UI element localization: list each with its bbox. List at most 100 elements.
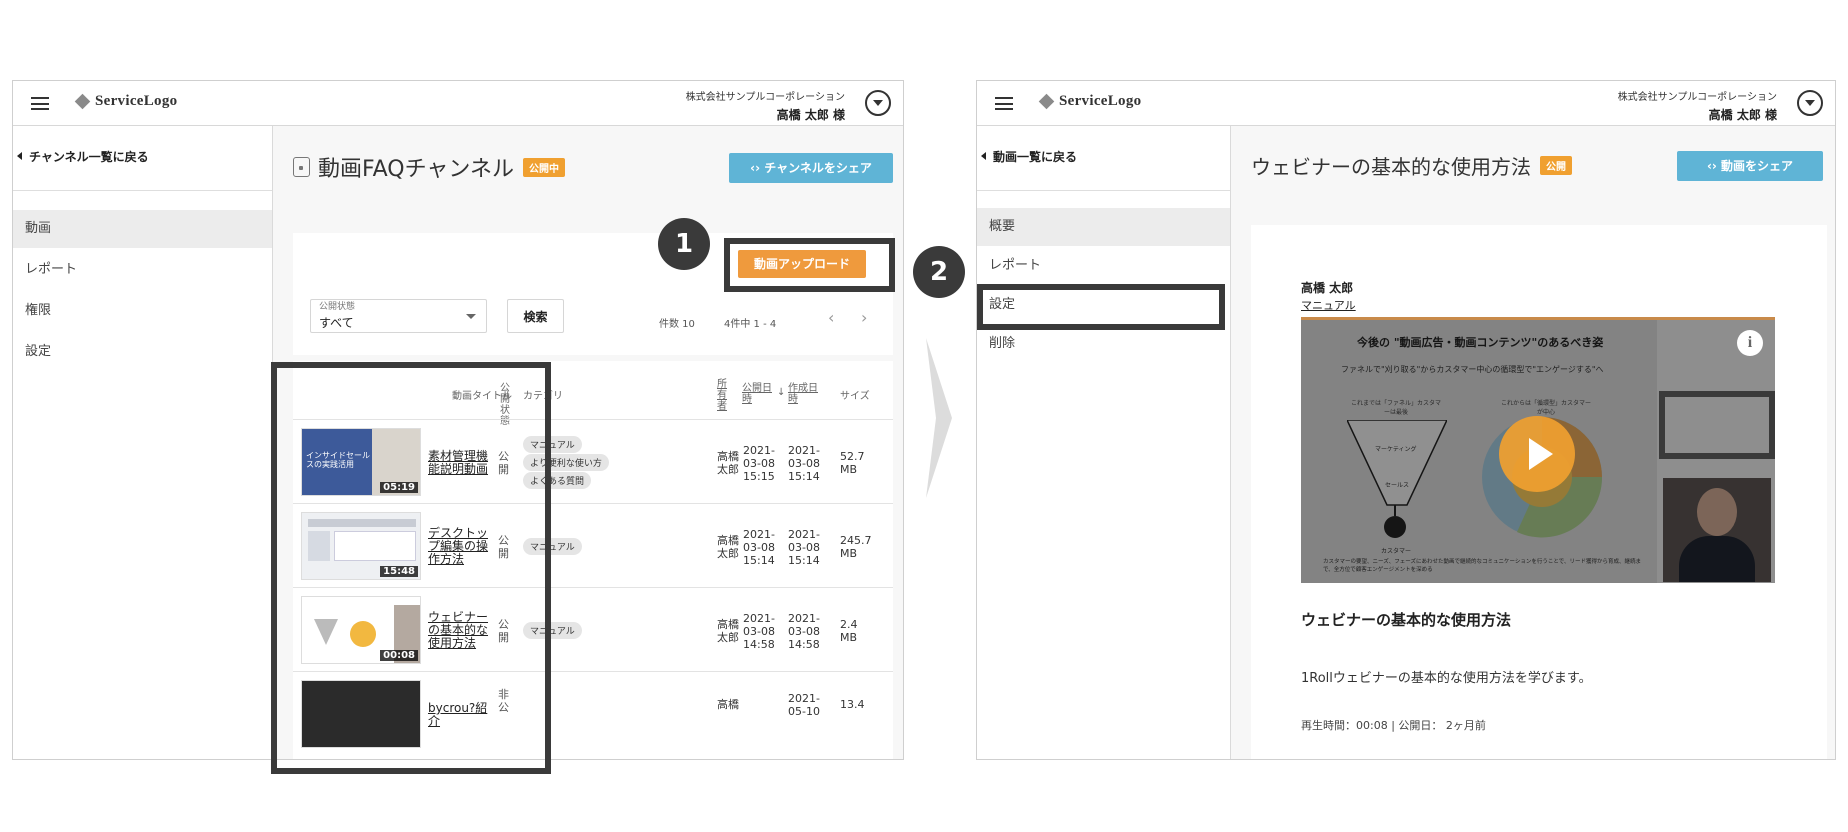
sort-arrow-icon[interactable]: ↓ <box>777 387 785 398</box>
video-title-link[interactable]: デスクトップ編集の操作方法 <box>428 527 494 566</box>
video-thumbnail[interactable] <box>301 680 421 748</box>
account-dropdown-icon[interactable] <box>865 90 891 116</box>
size: 245.7 MB <box>840 534 872 560</box>
service-logo[interactable]: ServiceLogo <box>74 93 177 110</box>
video-thumbnail[interactable]: 00:08 <box>301 596 421 664</box>
video-detail-window: ServiceLogo 株式会社サンプルコーポレーション 高橋 太郎 様 動画一… <box>976 80 1836 760</box>
owner: 高橋 <box>717 698 739 711</box>
back-to-channels-link[interactable]: チャンネル一覧に戻る <box>17 148 149 165</box>
account-dropdown-icon[interactable] <box>1797 90 1823 116</box>
category-link[interactable]: マニュアル <box>1301 297 1356 313</box>
upload-video-button[interactable]: 動画アップロード <box>738 250 866 278</box>
video-thumbnail[interactable]: インサイドセールスの実践活用 05:19 <box>301 428 421 496</box>
created-at: 2021-03-08 14:58 <box>788 612 820 651</box>
created-at: 2021-03-08 15:14 <box>788 528 820 567</box>
video-player[interactable]: 今後の "動画広告・動画コンテンツ"のあるべき姿 ファネルで"刈り取る"からカス… <box>1301 317 1775 583</box>
status: 非公 <box>498 688 509 714</box>
account-info: 株式会社サンプルコーポレーション 高橋 太郎 様 <box>1618 88 1777 123</box>
service-logo[interactable]: ServiceLogo <box>1038 93 1141 110</box>
channel-window: ServiceLogo 株式会社サンプルコーポレーション 高橋 太郎 様 チャン… <box>12 80 904 760</box>
page-title: 動画FAQチャンネル <box>318 157 514 182</box>
video-title-link[interactable]: ウェビナーの基本的な使用方法 <box>428 611 494 650</box>
sidebar-item-settings[interactable]: 設定 <box>13 333 272 371</box>
app-header: ServiceLogo 株式会社サンプルコーポレーション 高橋 太郎 様 <box>13 81 903 126</box>
sidebar-item-videos[interactable]: 動画 <box>13 210 272 248</box>
video-thumbnail[interactable]: 15:48 <box>301 512 421 580</box>
sidebar-divider <box>977 190 1230 191</box>
category-tag: マニュアル <box>523 538 582 555</box>
company-name: 株式会社サンプルコーポレーション <box>1617 92 1777 103</box>
back-to-videos-link[interactable]: 動画一覧に戻る <box>981 148 1077 165</box>
col-created[interactable]: 作成日時 <box>788 383 820 405</box>
select-label: 公開状態 <box>319 302 356 312</box>
account-info: 株式会社サンプルコーポレーション 高橋 太郎 様 <box>686 88 845 123</box>
sidebar: 動画一覧に戻る 概要 レポート 設定 削除 <box>977 126 1231 759</box>
video-heading: ウェビナーの基本的な使用方法 <box>1301 611 1512 629</box>
status: 公開 <box>498 450 509 476</box>
app-header: ServiceLogo 株式会社サンプルコーポレーション 高橋 太郎 様 <box>977 81 1835 126</box>
sidebar-item-permissions[interactable]: 権限 <box>13 292 272 330</box>
table-row[interactable]: 00:08 ウェビナーの基本的な使用方法 公開 マニュアル 高橋太郎 2021-… <box>293 587 893 671</box>
sidebar-item-reports[interactable]: レポート <box>977 247 1230 285</box>
code-icon: ‹› <box>1706 159 1717 173</box>
table-row[interactable]: bycrou?紹介 非公 高橋 2021-05-10 13.4 <box>293 671 893 759</box>
owner: 高橋太郎 <box>717 450 739 476</box>
sidebar: チャンネル一覧に戻る 動画 レポート 権限 設定 <box>13 126 273 759</box>
play-icon <box>1529 438 1553 470</box>
sidebar-item-overview[interactable]: 概要 <box>977 208 1230 246</box>
company-name: 株式会社サンプルコーポレーション <box>685 92 845 103</box>
size: 13.4 <box>840 698 865 711</box>
col-published[interactable]: 公開日時 <box>742 383 774 405</box>
published-at: 2021-03-08 15:14 <box>743 528 775 567</box>
caret-left-icon <box>17 152 22 160</box>
video-description: 1Rollウェビナーの基本的な使用方法を学びます。 <box>1301 671 1592 686</box>
size: 52.7 MB <box>840 450 865 476</box>
diamond-icon <box>1038 93 1055 110</box>
created-at: 2021-05-10 <box>788 692 820 718</box>
chevron-right-icon <box>926 338 952 498</box>
sidebar-item-delete[interactable]: 削除 <box>977 325 1230 363</box>
user-name: 高橋 太郎 様 <box>1708 108 1777 122</box>
status-badge: 公開中 <box>522 157 565 177</box>
owner: 高橋太郎 <box>717 618 739 644</box>
next-page-icon[interactable]: › <box>861 308 867 327</box>
sidebar-item-reports[interactable]: レポート <box>13 251 272 289</box>
hamburger-menu-icon[interactable] <box>995 97 1013 110</box>
sidebar-item-settings[interactable]: 設定 <box>977 286 1230 324</box>
col-category[interactable]: カテゴリ <box>523 391 563 402</box>
published-at: 2021-03-08 14:58 <box>743 612 775 651</box>
controls-card: 動画アップロード 公開状態 すべて 検索 件数 10 4件中 1 - 4 ‹ › <box>293 233 893 355</box>
share-channel-button[interactable]: ‹› チャンネルをシェア <box>729 153 893 183</box>
category-tag: よくある質問 <box>523 472 592 489</box>
col-size[interactable]: サイズ <box>840 391 870 402</box>
category-tag: より便利な使い方 <box>523 454 609 471</box>
share-video-button[interactable]: ‹› 動画をシェア <box>1677 151 1823 181</box>
step-1-badge: 1 <box>658 218 710 270</box>
chevron-down-icon <box>466 314 476 319</box>
result-range: 4件中 1 - 4 <box>724 319 777 330</box>
col-owner[interactable]: 所有者 <box>717 379 729 412</box>
page-title: ウェビナーの基本的な使用方法 <box>1251 155 1531 179</box>
published-at: 2021-03-08 15:15 <box>743 444 775 483</box>
video-title-link[interactable]: 素材管理機能説明動画 <box>428 450 494 476</box>
step-2-badge: 2 <box>913 246 965 298</box>
created-at: 2021-03-08 15:14 <box>788 444 820 483</box>
user-name: 高橋 太郎 様 <box>776 108 845 122</box>
prev-page-icon[interactable]: ‹ <box>828 308 834 327</box>
table-row[interactable]: 15:48 デスクトップ編集の操作方法 公開 マニュアル 高橋太郎 2021-0… <box>293 503 893 587</box>
size: 2.4 MB <box>840 618 858 644</box>
author-name: 高橋 太郎 <box>1301 281 1354 295</box>
search-button[interactable]: 検索 <box>507 299 564 333</box>
video-table: 動画タイトル 公開状態 カテゴリ 所有者 公開日時 ↓ 作成日時 サイズ インサ… <box>293 361 893 759</box>
select-value: すべて <box>319 316 354 330</box>
duration: 00:08 <box>380 650 418 661</box>
table-row[interactable]: インサイドセールスの実践活用 05:19 素材管理機能説明動画 公開 マニュアル… <box>293 419 893 503</box>
hamburger-menu-icon[interactable] <box>31 97 49 110</box>
play-button[interactable] <box>1499 416 1575 492</box>
page-size[interactable]: 件数 10 <box>659 315 695 330</box>
video-title-link[interactable]: bycrou?紹介 <box>428 702 494 728</box>
info-icon[interactable]: i <box>1737 330 1763 356</box>
video-detail-card: 高橋 太郎 マニュアル 今後の "動画広告・動画コンテンツ"のあるべき姿 ファネ… <box>1251 225 1827 759</box>
status: 公開 <box>498 618 509 644</box>
publish-status-select[interactable]: 公開状態 すべて <box>310 299 487 333</box>
